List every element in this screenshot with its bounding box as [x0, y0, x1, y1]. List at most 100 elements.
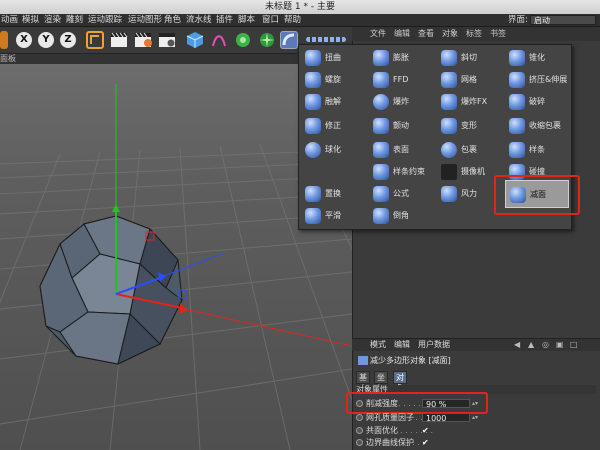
menu-character[interactable]: 角色 [164, 14, 181, 26]
deformer-smoothing[interactable]: 平滑 [301, 205, 367, 227]
render-view-icon[interactable] [110, 31, 128, 49]
deformer-bend-icon[interactable] [280, 31, 298, 49]
lock-y-button[interactable]: Y [38, 32, 54, 48]
deformer-explosion-fx[interactable]: 爆炸FX [437, 91, 503, 113]
tab-basic[interactable]: 基本 [356, 371, 370, 393]
attr-new-panel-icon[interactable]: □ [570, 339, 578, 351]
deformer-spline-wrap[interactable]: 样条约束 [369, 161, 435, 183]
attr-back-arrow-icon[interactable]: ◀ [514, 339, 520, 351]
deformer-squash-stretch[interactable]: 挤压&伸展 [505, 69, 571, 91]
window-title: 未标题 1 * - 主要 [265, 2, 335, 12]
deformer-wrap[interactable]: 包裹 [437, 139, 503, 161]
reduced-polygon-sphere[interactable] [39, 215, 183, 365]
om-menu-edit[interactable]: 编辑 [394, 27, 410, 41]
pen-spline-icon[interactable] [210, 31, 228, 49]
menu-window[interactable]: 窗口 [262, 14, 279, 26]
deformer-melt[interactable]: 融解 [301, 91, 367, 113]
menu-mograph[interactable]: 运动图形 [128, 14, 162, 26]
deformer-correction[interactable]: 修正 [301, 115, 367, 137]
deformer-bevel[interactable]: 倒角 [369, 205, 435, 227]
deformer-twist[interactable]: 螺旋 [301, 69, 367, 91]
attr-search-icon[interactable]: ◎ [542, 339, 549, 351]
window-title-bar: 未标题 1 * - 主要 [0, 0, 600, 15]
mesh-quality-field[interactable]: 1000 [422, 413, 470, 423]
mesh-quality-dots: . . . [410, 413, 423, 422]
scale-tool-icon[interactable] [0, 31, 8, 49]
boundary-curve-label: 边界曲线保护 [366, 438, 414, 447]
spline-icon [509, 142, 525, 158]
deformer-formula[interactable]: 公式 [369, 183, 435, 205]
deformer-bend[interactable]: 扭曲 [301, 47, 367, 69]
shrink-wrap-icon [509, 118, 525, 134]
om-menu-tags[interactable]: 标签 [466, 27, 482, 41]
attr-lock-icon[interactable]: ▣ [556, 339, 564, 351]
menu-sculpt[interactable]: 雕刻 [66, 14, 83, 26]
om-menu-object[interactable]: 对象 [442, 27, 458, 41]
wrap-icon [441, 142, 457, 158]
polygon-reduction-highlight [494, 175, 580, 215]
render-picture-viewer-icon[interactable] [134, 31, 152, 49]
menu-animate[interactable]: 动画 [1, 14, 18, 26]
coordinate-system-icon[interactable] [86, 31, 104, 49]
squash-stretch-icon [509, 72, 525, 88]
mesh-quality-radio[interactable] [356, 414, 363, 421]
deformer-shrink-wrap[interactable]: 收缩包裹 [505, 115, 571, 137]
menu-help[interactable]: 帮助 [284, 14, 301, 26]
deformer-displacer[interactable]: 置换 [301, 183, 367, 205]
menu-plugins[interactable]: 插件 [216, 14, 233, 26]
layout-select-value: 启动 [534, 16, 550, 25]
om-menu-file[interactable]: 文件 [370, 27, 386, 41]
menu-motion-tracker[interactable]: 运动跟踪 [88, 14, 122, 26]
object-manager-menu: 文件 编辑 查看 对象 标签 书签 [352, 27, 600, 41]
bulge-icon [373, 50, 389, 66]
floor-object-icon[interactable] [306, 37, 346, 42]
coplanar-optimization-label: 共面优化 [366, 426, 398, 435]
coplanar-optimization-radio[interactable] [356, 427, 363, 434]
deformer-spherify[interactable]: 球化 [301, 139, 367, 161]
om-menu-bookmarks[interactable]: 书签 [490, 27, 506, 41]
deformer-explosion[interactable]: 爆炸 [369, 91, 435, 113]
attr-menu-userdata[interactable]: 用户数据 [418, 339, 450, 351]
render-settings-icon[interactable] [158, 31, 176, 49]
boundary-curve-checkbox[interactable]: ✔ [422, 439, 430, 447]
lock-z-button[interactable]: Z [60, 32, 76, 48]
deformer-shatter[interactable]: 破碎 [505, 91, 571, 113]
deformer-jiggle[interactable]: 颤动 [369, 115, 435, 137]
deformer-bulge[interactable]: 膨胀 [369, 47, 435, 69]
attr-menu-edit[interactable]: 编辑 [394, 339, 410, 351]
boundary-curve-radio[interactable] [356, 439, 363, 446]
subdivision-surface-icon[interactable] [234, 31, 252, 49]
boundary-curve-row: 边界曲线保护 . . . ✔ [356, 438, 486, 448]
shatter-icon [509, 94, 525, 110]
tab-coord[interactable]: 坐标 [374, 371, 388, 393]
wind-flag-icon [441, 186, 457, 202]
om-menu-view[interactable]: 查看 [418, 27, 434, 41]
menu-simulate[interactable]: 模拟 [22, 14, 39, 26]
attr-up-arrow-icon[interactable]: ▲ [528, 339, 534, 351]
deformer-taper[interactable]: 锥化 [505, 47, 571, 69]
deformer-spline[interactable]: 样条 [505, 139, 571, 161]
mesh-quality-stepper-icon[interactable]: ▴▾ [472, 413, 478, 423]
menu-render[interactable]: 渲染 [44, 14, 61, 26]
ffd-icon [373, 72, 389, 88]
lock-x-button[interactable]: X [16, 32, 32, 48]
polygon-reduction-small-icon [358, 356, 368, 365]
twist-icon [305, 72, 321, 88]
formula-icon [373, 186, 389, 202]
layout-select[interactable]: 启动 [530, 15, 596, 25]
menu-script[interactable]: 脚本 [238, 14, 255, 26]
x-axis-arrow-icon[interactable] [180, 303, 188, 314]
deformer-ffd[interactable]: FFD [369, 69, 435, 91]
deformer-morph[interactable]: 变形 [437, 115, 503, 137]
tab-object[interactable]: 对象 [393, 371, 407, 393]
attr-menu-mode[interactable]: 模式 [370, 339, 386, 351]
taper-icon [509, 50, 525, 66]
deformer-surface[interactable]: 表面 [369, 139, 435, 161]
deformer-mesh[interactable]: 网格 [437, 69, 503, 91]
menu-pipeline[interactable]: 流水线 [186, 14, 212, 26]
cloner-icon[interactable] [258, 31, 276, 49]
deformer-shear[interactable]: 斜切 [437, 47, 503, 69]
morph-icon [441, 118, 457, 134]
cube-object-icon[interactable] [186, 31, 204, 49]
coplanar-optimization-checkbox[interactable]: ✔ [422, 427, 430, 435]
